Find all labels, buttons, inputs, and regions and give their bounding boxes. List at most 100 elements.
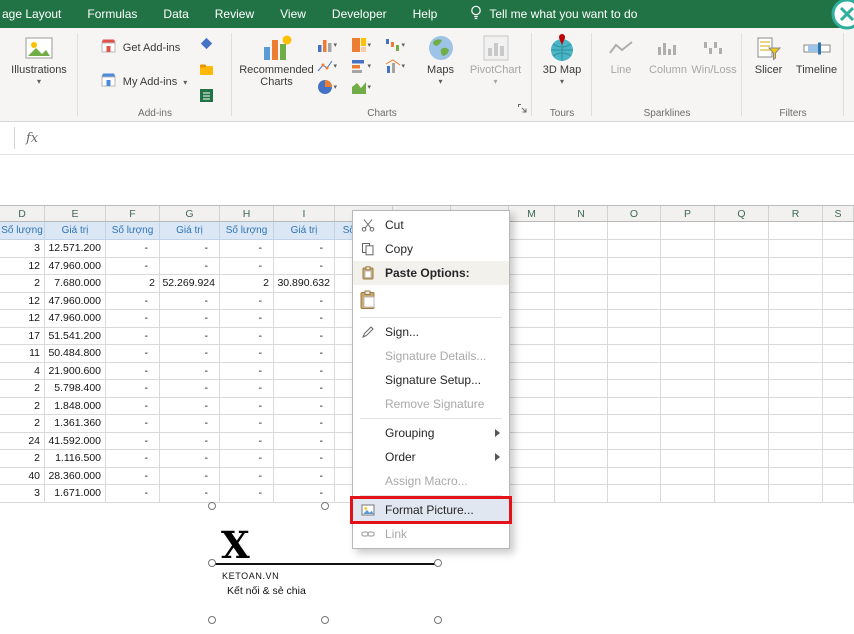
cell[interactable] [715,345,769,363]
cell[interactable] [555,485,608,503]
cell[interactable] [509,293,555,311]
cell[interactable] [509,240,555,258]
pivotchart-button[interactable]: PivotChart ▾ [464,31,528,87]
cell[interactable] [661,380,715,398]
cell[interactable] [608,345,661,363]
cell[interactable] [769,363,823,381]
column-header-G[interactable]: G [160,206,220,221]
column-header-D[interactable]: D [0,206,45,221]
cell[interactable]: - [106,398,160,416]
cell[interactable] [715,485,769,503]
cell[interactable] [555,275,608,293]
cell[interactable] [608,380,661,398]
cell[interactable] [555,328,608,346]
menu-item-signature-setup[interactable]: Signature Setup... [353,368,509,392]
cell[interactable]: 1.361.360 [45,415,106,433]
cell[interactable]: - [106,345,160,363]
cell[interactable] [661,293,715,311]
cell[interactable] [823,310,854,328]
cell[interactable] [509,415,555,433]
cell[interactable] [555,240,608,258]
cell[interactable]: - [220,433,274,451]
field-header-cell[interactable]: Giá trị [160,222,220,240]
combo-chart-button[interactable]: ▾ [385,58,418,74]
cell[interactable] [555,433,608,451]
cell[interactable]: - [274,398,335,416]
menu-tab-data[interactable]: Data [150,0,201,28]
cell[interactable]: - [106,433,160,451]
cell[interactable] [608,328,661,346]
cell[interactable]: 30.890.632 [274,275,335,293]
cell[interactable] [661,398,715,416]
cell[interactable] [715,415,769,433]
cell[interactable]: - [160,380,220,398]
cell[interactable] [823,328,854,346]
cell[interactable]: 3 [0,485,45,503]
field-header-cell[interactable]: Số lượng [220,222,274,240]
cell[interactable]: - [274,240,335,258]
field-header-cell[interactable]: Giá trị [45,222,106,240]
cell[interactable] [661,450,715,468]
cell[interactable] [769,275,823,293]
cell[interactable]: - [274,328,335,346]
menu-tab-age-layout[interactable]: age Layout [0,0,74,28]
field-header-cell[interactable]: Giá trị [274,222,335,240]
cell[interactable]: 12 [0,310,45,328]
cell[interactable] [509,380,555,398]
cell[interactable]: - [274,380,335,398]
menu-item-link[interactable]: Link [353,522,509,546]
cell[interactable] [661,328,715,346]
sparkline-winloss-button[interactable]: Win/Loss [692,31,736,77]
cell[interactable] [661,485,715,503]
formula-input-area[interactable] [0,155,854,205]
cell[interactable]: - [160,345,220,363]
cell[interactable]: 5.798.400 [45,380,106,398]
cell[interactable]: 47.960.000 [45,258,106,276]
cell[interactable] [509,310,555,328]
scatter-chart-button[interactable]: ▾ [317,58,350,74]
cell[interactable] [555,258,608,276]
menu-item-cut[interactable]: Cut [353,213,509,237]
cell[interactable] [715,363,769,381]
cell[interactable] [608,310,661,328]
cell[interactable] [509,328,555,346]
field-header-cell[interactable]: Số lượng [0,222,45,240]
cell[interactable] [715,275,769,293]
cell[interactable] [769,450,823,468]
cell[interactable]: 1.671.000 [45,485,106,503]
3d-map-button[interactable]: 3D Map ▾ [537,31,587,87]
cell[interactable] [555,345,608,363]
cell[interactable]: 7.680.000 [45,275,106,293]
cell[interactable]: - [274,433,335,451]
cell[interactable]: - [220,363,274,381]
menu-item-order[interactable]: Order [353,445,509,469]
menu-tab-view[interactable]: View [267,0,319,28]
cell[interactable]: - [274,450,335,468]
column-header-N[interactable]: N [555,206,608,221]
cell[interactable] [608,468,661,486]
cell[interactable] [715,328,769,346]
cell[interactable]: - [160,485,220,503]
selection-handle[interactable] [208,616,216,624]
charts-dialog-launcher[interactable] [517,101,528,119]
cell[interactable] [769,485,823,503]
cell[interactable] [661,363,715,381]
cell[interactable] [823,485,854,503]
cell[interactable] [555,450,608,468]
cell[interactable] [608,398,661,416]
cell[interactable]: 12 [0,293,45,311]
cell[interactable]: 47.960.000 [45,310,106,328]
cell[interactable] [661,468,715,486]
menu-tab-review[interactable]: Review [202,0,267,28]
menu-tab-developer[interactable]: Developer [319,0,400,28]
cell[interactable]: - [274,345,335,363]
column-header-H[interactable]: H [220,206,274,221]
cell[interactable] [608,222,661,240]
cell[interactable]: 50.484.800 [45,345,106,363]
pie-chart-button[interactable]: ▾ [317,79,350,95]
cell[interactable] [823,363,854,381]
cell[interactable] [608,485,661,503]
cell[interactable] [661,258,715,276]
column-header-M[interactable]: M [509,206,555,221]
cell[interactable]: 12 [0,258,45,276]
